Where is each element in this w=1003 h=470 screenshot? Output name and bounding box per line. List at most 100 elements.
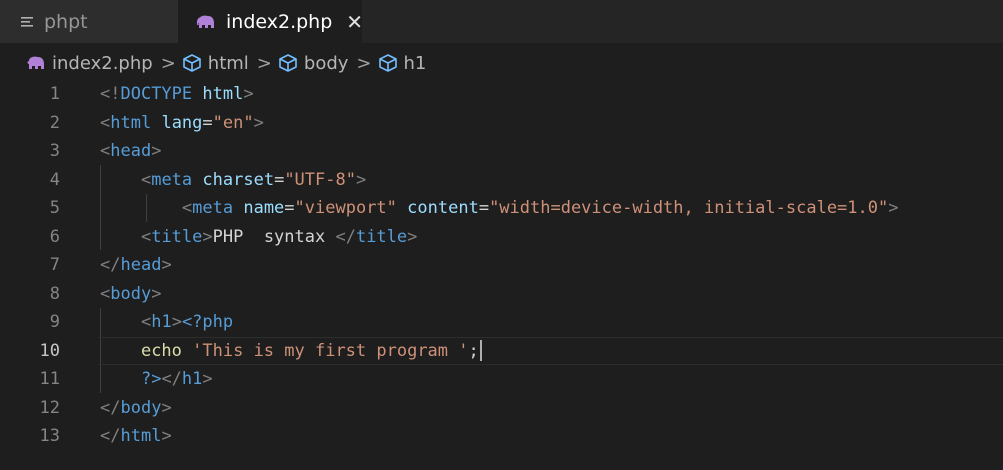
code-token: lang: [161, 112, 203, 133]
breadcrumb-item-h1[interactable]: h1: [378, 52, 427, 74]
code-line[interactable]: 13 </html>: [0, 422, 1003, 451]
code-token: html: [120, 426, 162, 446]
code-text: </html>: [100, 422, 172, 451]
code-text: <head>: [100, 137, 161, 166]
code-token: </: [335, 226, 356, 247]
code-text: <meta name="viewport" content="width=dev…: [100, 194, 899, 223]
code-line[interactable]: 4 <meta charset="UTF-8">: [0, 166, 1003, 195]
tab-bar: phpt index2.php ✕: [0, 0, 1003, 43]
code-token: "en": [212, 112, 254, 133]
code-token: h1: [151, 312, 172, 332]
code-token: PHP syntax: [212, 226, 336, 247]
code-token: >: [202, 369, 213, 389]
code-token: </: [161, 369, 182, 389]
code-token: meta: [151, 169, 193, 190]
line-number: 10: [39, 340, 60, 361]
code-token: title: [355, 226, 408, 247]
code-token: =: [478, 198, 490, 218]
code-token: =: [202, 112, 213, 133]
code-token: >: [407, 226, 418, 247]
code-editor[interactable]: 1 <!DOCTYPE html> 2 <html lang="en"> 3 <head>…: [0, 80, 1003, 470]
code-token: body: [120, 397, 162, 418]
code-line[interactable]: 11 ?></h1>: [0, 365, 1003, 394]
tab-index2-php[interactable]: index2.php ✕: [178, 0, 363, 43]
code-line[interactable]: 9 <h1><?php: [0, 308, 1003, 337]
php-elephant-icon: [27, 56, 44, 69]
chevron-right-icon: >: [356, 52, 372, 74]
code-line[interactable]: 2 <html lang="en">: [0, 109, 1003, 138]
code-line[interactable]: 5 <meta name="viewport" content="width=d…: [0, 194, 1003, 223]
line-number: 13: [39, 426, 60, 446]
close-icon[interactable]: ✕: [346, 10, 363, 34]
code-line[interactable]: 7 </head>: [0, 251, 1003, 280]
code-text: echo 'This is my first program ';: [100, 337, 482, 366]
code-token: >: [151, 283, 162, 304]
code-line[interactable]: 10 echo 'This is my first program ';: [0, 336, 1003, 366]
code-text: <html lang="en">: [100, 109, 264, 138]
code-token: >: [161, 397, 172, 418]
line-number: 5: [49, 198, 60, 218]
code-token: <: [140, 169, 152, 190]
code-line[interactable]: 8 <body>: [0, 280, 1003, 309]
breadcrumb-item-label: h1: [403, 52, 427, 74]
code-token: <: [100, 141, 111, 161]
code-text: <h1><?php: [100, 308, 233, 337]
line-number: 2: [49, 112, 60, 133]
code-token: ;: [468, 340, 479, 361]
code-token: meta: [192, 198, 234, 218]
code-token: title: [151, 226, 203, 247]
code-token: <: [140, 226, 152, 247]
breadcrumb-item-label: html: [207, 52, 249, 74]
file-lines-icon: [20, 15, 34, 29]
code-token: "UTF-8": [284, 169, 356, 190]
cube-icon: [378, 54, 397, 72]
chevron-right-icon: >: [256, 52, 272, 74]
code-text: ?></h1>: [100, 365, 213, 394]
line-number: 9: [49, 312, 60, 332]
cube-icon: [279, 54, 297, 72]
code-token: >: [171, 312, 182, 332]
breadcrumb-file-label: index2.php: [52, 52, 153, 74]
code-line[interactable]: 6 <title>PHP syntax </title>: [0, 223, 1003, 252]
line-number: 12: [39, 397, 60, 418]
code-token: </: [100, 255, 121, 275]
code-token: "width=device-width, initial-scale=1.0": [489, 198, 889, 218]
line-number: 11: [39, 369, 60, 389]
line-number: 4: [49, 169, 60, 190]
breadcrumb-item-label: body: [303, 52, 349, 74]
code-token: <: [140, 312, 152, 332]
code-text: </head>: [100, 251, 172, 280]
code-token: "viewport": [294, 198, 397, 218]
code-token: >: [253, 112, 264, 133]
code-text: </body>: [100, 394, 172, 423]
line-number: 6: [49, 226, 60, 247]
code-text: <title>PHP syntax </title>: [100, 223, 417, 252]
breadcrumb-item-body[interactable]: body: [278, 52, 349, 74]
code-token: >: [151, 141, 162, 161]
code-token: content: [407, 198, 479, 218]
code-line[interactable]: 3 <head>: [0, 137, 1003, 166]
code-token: >: [161, 255, 172, 275]
breadcrumb-item-html[interactable]: html: [182, 53, 249, 74]
code-line[interactable]: 1 <!DOCTYPE html>: [0, 80, 1003, 109]
php-elephant-icon: [196, 14, 216, 30]
code-token: <?php: [181, 312, 234, 332]
line-number: 7: [49, 255, 60, 275]
cube-icon: [182, 54, 201, 72]
breadcrumb-file[interactable]: index2.php: [26, 53, 153, 74]
code-token: 'This is my first program ': [192, 340, 469, 361]
tab-phpt[interactable]: phpt: [0, 0, 178, 43]
code-token: charset: [202, 169, 275, 190]
code-text: <meta charset="UTF-8">: [100, 166, 366, 195]
code-line[interactable]: 12 </body>: [0, 394, 1003, 423]
